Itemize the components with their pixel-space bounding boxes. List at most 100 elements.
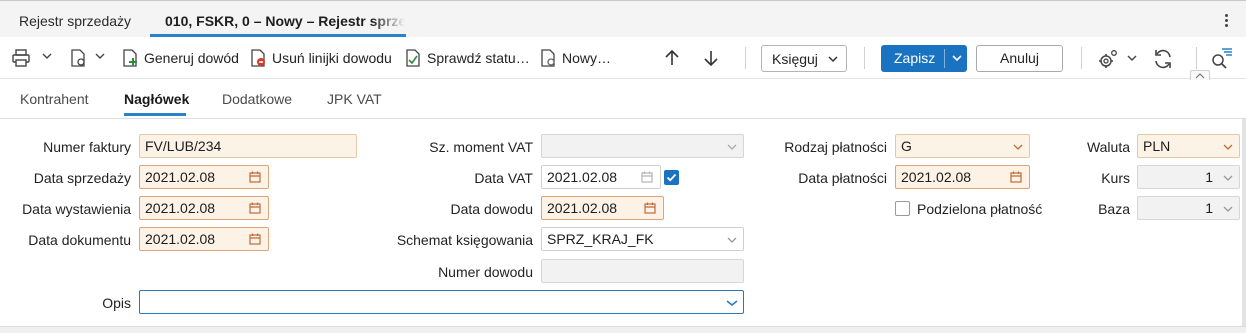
window-tab-sales-register[interactable]: Rejestr sprzedaży xyxy=(19,13,131,29)
vat-date-checkbox[interactable] xyxy=(664,170,679,185)
chevron-down-icon xyxy=(1223,144,1233,150)
currency-label: Waluta xyxy=(1086,139,1130,155)
delete-lines-icon xyxy=(251,49,265,67)
checkmark-icon xyxy=(666,173,677,182)
vat-moment-label: Sz. moment VAT xyxy=(429,139,533,155)
payment-type-label: Rodzaj płatności xyxy=(784,139,887,155)
toolbar-divider xyxy=(1081,47,1082,69)
base-value: 1 xyxy=(1205,200,1213,216)
voucher-date-label: Data dowodu xyxy=(450,201,533,217)
arrow-down-icon[interactable] xyxy=(702,48,720,68)
tab-jpk-vat[interactable]: JPK VAT xyxy=(327,91,382,107)
generate-voucher-button[interactable]: Generuj dowód xyxy=(120,46,239,70)
tab-dodatkowe[interactable]: Dodatkowe xyxy=(222,91,292,107)
window-tab-label: Rejestr sprzedaży xyxy=(19,13,132,29)
toolbar-divider xyxy=(745,47,746,69)
save-button[interactable]: Zapisz xyxy=(881,45,967,72)
post-select[interactable]: Księguj xyxy=(761,45,847,72)
toolbar-divider xyxy=(864,47,865,69)
calendar-icon[interactable] xyxy=(644,202,656,214)
check-status-label: Sprawdź statu… xyxy=(427,50,530,66)
issue-date-field[interactable]: 2021.02.08 xyxy=(139,196,269,220)
base-label: Baza xyxy=(1098,201,1130,217)
invoice-number-field[interactable]: FV/LUB/234 xyxy=(139,134,357,158)
new-document-button[interactable]: Nowy… xyxy=(538,46,611,70)
payment-date-value: 2021.02.08 xyxy=(901,169,972,185)
split-payment-checkbox[interactable] xyxy=(895,201,910,216)
chevron-down-icon[interactable] xyxy=(95,51,105,61)
document-gear-icon[interactable] xyxy=(68,48,88,68)
calendar-icon[interactable] xyxy=(249,171,261,183)
calendar-icon[interactable] xyxy=(249,233,261,245)
rate-label: Kurs xyxy=(1101,170,1130,186)
payment-date-label: Data płatności xyxy=(798,170,887,186)
active-section-indicator xyxy=(124,113,186,116)
description-label: Opis xyxy=(102,295,131,311)
voucher-date-field[interactable]: 2021.02.08 xyxy=(541,196,664,220)
new-document-label: Nowy… xyxy=(562,50,612,66)
vat-date-value: 2021.02.08 xyxy=(547,169,618,185)
base-field[interactable]: 1 xyxy=(1137,196,1240,220)
calendar-icon[interactable] xyxy=(641,171,653,183)
document-date-label: Data dokumentu xyxy=(28,232,131,248)
refresh-icon[interactable] xyxy=(1152,48,1174,70)
sale-date-field[interactable]: 2021.02.08 xyxy=(139,165,269,189)
printer-icon[interactable] xyxy=(11,48,31,68)
calendar-icon[interactable] xyxy=(1010,171,1022,183)
settings-icon[interactable] xyxy=(1097,48,1119,70)
tabs-divider xyxy=(0,118,1246,119)
chevron-down-icon xyxy=(727,144,737,150)
chevron-down-icon[interactable] xyxy=(42,51,52,61)
posting-scheme-value: SPRZ_KRAJ_FK xyxy=(547,231,654,247)
payment-type-select[interactable]: G xyxy=(895,134,1030,158)
chevron-down-icon xyxy=(1223,206,1233,212)
chevron-down-icon xyxy=(1013,144,1023,150)
arrow-up-icon[interactable] xyxy=(663,48,681,68)
more-vertical-icon[interactable] xyxy=(1224,14,1230,28)
payment-date-field[interactable]: 2021.02.08 xyxy=(895,165,1030,189)
document-date-field[interactable]: 2021.02.08 xyxy=(139,227,269,251)
cancel-button[interactable]: Anuluj xyxy=(976,45,1063,72)
chevron-down-icon[interactable] xyxy=(1127,54,1137,62)
calendar-icon[interactable] xyxy=(249,202,261,214)
document-date-value: 2021.02.08 xyxy=(145,231,216,247)
check-status-icon xyxy=(406,49,420,67)
rate-field[interactable]: 1 xyxy=(1137,165,1240,189)
chevron-down-icon xyxy=(828,56,838,63)
search-list-icon[interactable] xyxy=(1210,46,1234,70)
tab-kontrahent[interactable]: Kontrahent xyxy=(20,91,89,107)
vat-date-field[interactable]: 2021.02.08 xyxy=(541,165,661,189)
vat-moment-select[interactable] xyxy=(541,134,744,158)
voucher-date-value: 2021.02.08 xyxy=(547,200,618,216)
save-label: Zapisz xyxy=(894,50,936,66)
currency-select[interactable]: PLN xyxy=(1137,134,1240,158)
post-select-value: Księguj xyxy=(772,50,818,67)
window-tab-current-document[interactable]: 010, FSKR, 0 – Nowy – Rejestr sprzedaży xyxy=(165,13,405,29)
description-field[interactable] xyxy=(139,290,744,314)
window-tab-bar: Rejestr sprzedaży 010, FSKR, 0 – Nowy – … xyxy=(0,0,1246,37)
issue-date-value: 2021.02.08 xyxy=(145,200,216,216)
bottom-border xyxy=(0,326,1246,333)
save-split-divider xyxy=(944,49,945,68)
tab-naglowek[interactable]: Nagłówek xyxy=(124,91,189,107)
chevron-down-icon[interactable] xyxy=(952,54,962,62)
vertical-scrollbar[interactable] xyxy=(1242,119,1246,329)
new-document-icon xyxy=(541,49,555,67)
sale-date-value: 2021.02.08 xyxy=(145,169,216,185)
chevron-down-icon xyxy=(727,237,737,243)
remove-lines-label: Usuń linijki dowodu xyxy=(272,50,392,66)
chevron-down-icon[interactable] xyxy=(726,299,738,307)
vat-date-label: Data VAT xyxy=(474,170,533,186)
posting-scheme-select[interactable]: SPRZ_KRAJ_FK xyxy=(541,227,744,251)
payment-type-value: G xyxy=(901,138,912,154)
collapse-toolbar-toggle[interactable] xyxy=(1190,70,1210,80)
issue-date-label: Data wystawienia xyxy=(22,201,131,217)
invoice-number-value: FV/LUB/234 xyxy=(145,138,222,154)
add-document-icon xyxy=(123,49,137,67)
invoice-number-label: Numer faktury xyxy=(43,139,131,155)
remove-lines-button[interactable]: Usuń linijki dowodu xyxy=(248,46,392,70)
voucher-number-field xyxy=(541,259,744,283)
check-status-button[interactable]: Sprawdź statu… xyxy=(403,46,530,70)
generate-voucher-label: Generuj dowód xyxy=(144,50,239,66)
chevron-up-icon xyxy=(1195,73,1205,79)
